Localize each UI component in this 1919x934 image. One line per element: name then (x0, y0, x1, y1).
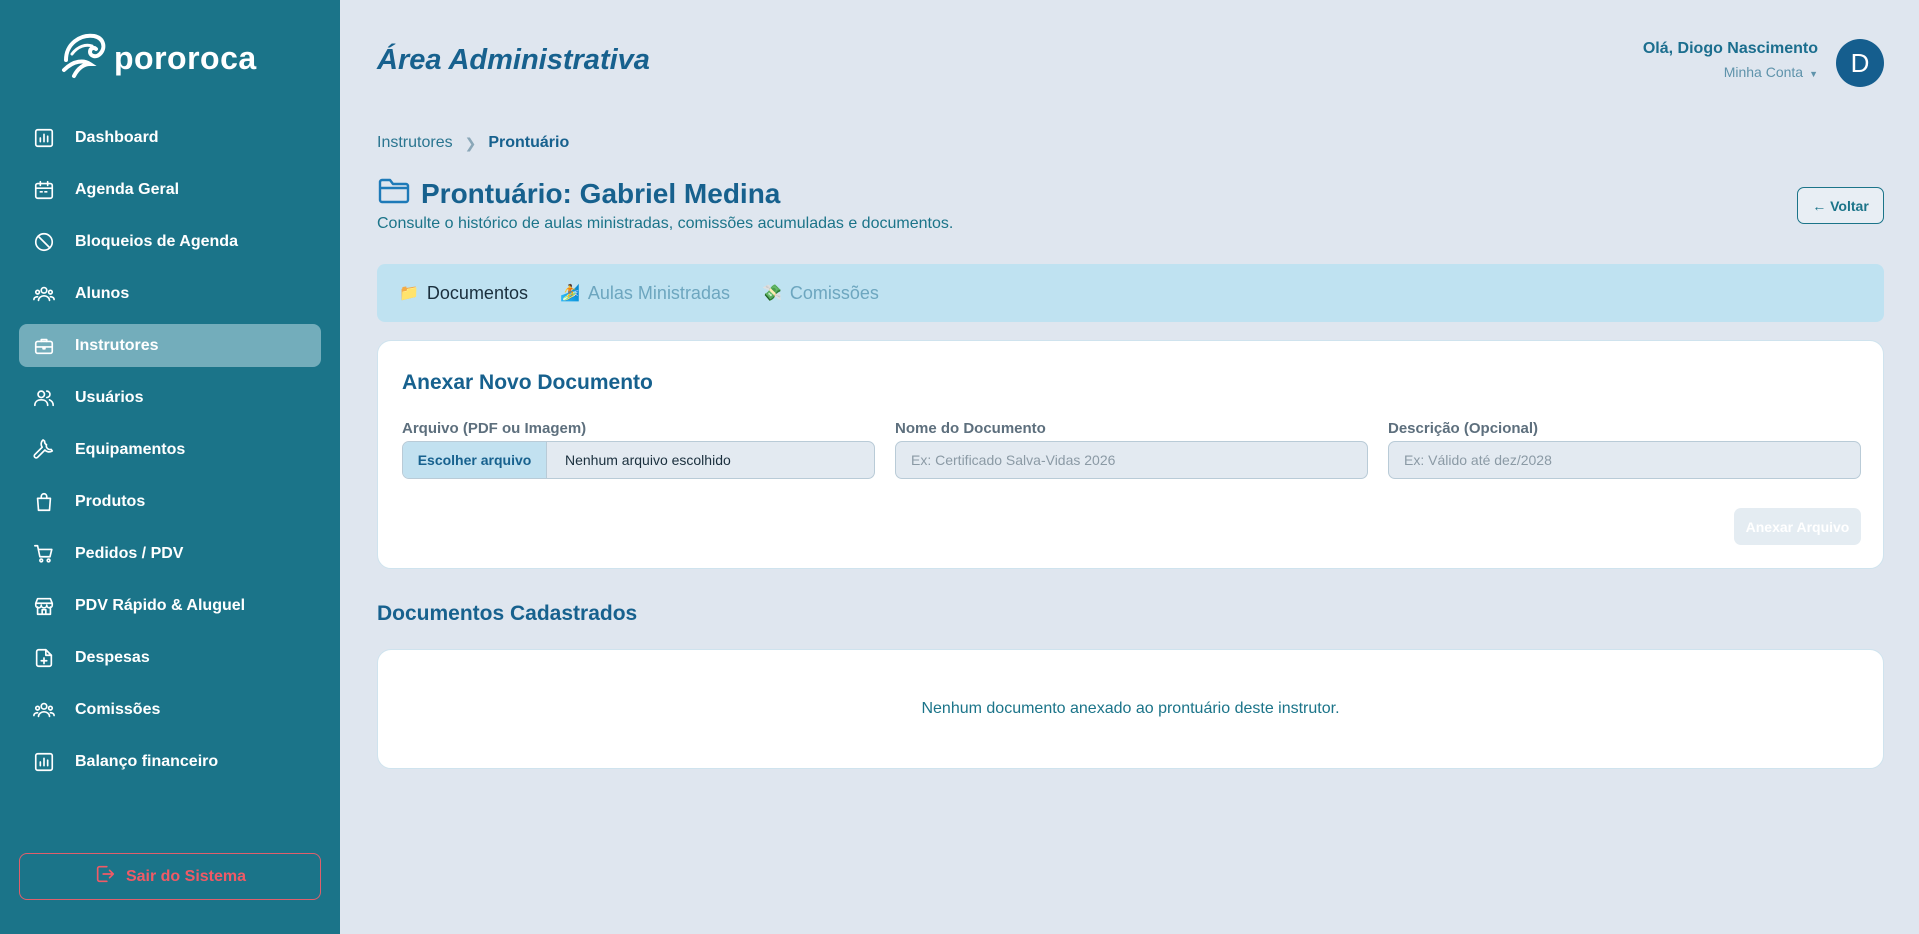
page-title-row: Prontuário: Gabriel Medina (377, 176, 780, 211)
account-label: Minha Conta (1723, 64, 1804, 80)
documents-section-title: Documentos Cadastrados (377, 602, 638, 625)
documents-list: Nenhum documento anexado ao prontuário d… (377, 649, 1884, 769)
group-icon (33, 283, 55, 305)
group-icon (33, 699, 55, 721)
folder-icon (377, 176, 411, 211)
back-button[interactable]: ← Voltar (1797, 187, 1884, 224)
cart-icon (33, 543, 55, 565)
sidebar-item-label: Alunos (75, 284, 130, 302)
sidebar: pororoca Dashboard Agenda Geral Bloqueio… (0, 0, 340, 934)
sidebar-item-dashboard[interactable]: Dashboard (19, 116, 321, 159)
logout-label: Sair do Sistema (125, 867, 247, 885)
tab-comissoes[interactable]: 💸 Comissões (762, 283, 879, 304)
sidebar-item-label: Usuários (75, 388, 144, 406)
file-field-label: Arquivo (PDF ou Imagem) (402, 420, 587, 437)
description-field-label: Descrição (Opcional) (1388, 420, 1539, 437)
folder-emoji-icon: 📁 (399, 285, 419, 302)
description-input[interactable] (1388, 441, 1861, 479)
empty-state-message: Nenhum documento anexado ao prontuário d… (921, 700, 1340, 717)
wrench-icon (33, 438, 55, 461)
sidebar-item-alunos[interactable]: Alunos (19, 272, 321, 315)
sidebar-item-label: Instrutores (75, 336, 159, 354)
form-title: Anexar Novo Documento (402, 371, 653, 394)
sidebar-item-equipamentos[interactable]: Equipamentos (19, 428, 321, 471)
brand-logo[interactable]: pororoca (60, 30, 257, 87)
bag-icon (33, 491, 55, 513)
logout-button[interactable]: Sair do Sistema (19, 853, 321, 900)
choose-file-button[interactable]: Escolher arquivo (403, 442, 547, 478)
store-icon (33, 595, 55, 617)
sidebar-item-label: Equipamentos (75, 440, 186, 458)
sidebar-item-pedidos[interactable]: Pedidos / PDV (19, 532, 321, 575)
block-icon (33, 231, 55, 253)
tab-aulas-ministradas[interactable]: 🏄 Aulas Ministradas (560, 283, 730, 304)
sidebar-item-label: PDV Rápido & Aluguel (75, 596, 246, 614)
tab-label: Comissões (789, 282, 879, 303)
sidebar-item-balanco[interactable]: Balanço financeiro (19, 740, 321, 783)
tabs-bar: 📁 Documentos 🏄 Aulas Ministradas 💸 Comis… (377, 264, 1884, 322)
area-title: Área Administrativa (377, 44, 650, 76)
tab-label: Documentos (426, 282, 528, 303)
sidebar-item-label: Dashboard (75, 128, 159, 146)
user-menu[interactable]: Olá, Diogo Nascimento Minha Conta ▼ (1643, 40, 1818, 80)
sidebar-item-label: Comissões (75, 700, 161, 718)
sidebar-item-comissoes[interactable]: Comissões (19, 688, 321, 731)
calendar-icon (33, 179, 55, 201)
chart-icon (33, 751, 55, 773)
sidebar-item-bloqueios[interactable]: Bloqueios de Agenda (19, 220, 321, 263)
file-status: Nenhum arquivo escolhido (565, 452, 731, 468)
page-title: Prontuário: Gabriel Medina (421, 177, 781, 209)
sidebar-nav: Dashboard Agenda Geral Bloqueios de Agen… (19, 116, 321, 792)
caret-down-icon: ▼ (1809, 69, 1818, 79)
tab-documentos[interactable]: 📁 Documentos (399, 283, 528, 304)
wave-logo-icon (60, 30, 108, 87)
brand-name: pororoca (114, 40, 257, 76)
breadcrumb-instrutores[interactable]: Instrutores (377, 134, 453, 152)
breadcrumb-current: Prontuário (488, 134, 570, 151)
users-icon (33, 387, 55, 409)
sidebar-item-label: Pedidos / PDV (75, 544, 184, 562)
sidebar-item-usuarios[interactable]: Usuários (19, 376, 321, 419)
surfer-emoji-icon: 🏄 (559, 285, 580, 302)
sidebar-item-label: Bloqueios de Agenda (75, 232, 238, 250)
file-input[interactable]: Escolher arquivo Nenhum arquivo escolhid… (402, 441, 875, 479)
tab-label: Aulas Ministradas (587, 282, 730, 303)
breadcrumb: Instrutores ❯ Prontuário (377, 134, 569, 152)
sidebar-item-label: Despesas (75, 648, 150, 666)
sidebar-item-pdv-rapido[interactable]: PDV Rápido & Aluguel (19, 584, 321, 627)
sidebar-item-agenda-geral[interactable]: Agenda Geral (19, 168, 321, 211)
sidebar-item-label: Balanço financeiro (75, 752, 219, 770)
page-subtitle: Consulte o histórico de aulas ministrada… (377, 215, 954, 232)
file-plus-icon (33, 647, 55, 669)
account-dropdown[interactable]: Minha Conta ▼ (1643, 64, 1818, 80)
money-emoji-icon: 💸 (761, 285, 782, 302)
chart-icon (33, 127, 55, 149)
briefcase-icon (33, 335, 55, 357)
logout-icon (94, 863, 116, 890)
sidebar-item-despesas[interactable]: Despesas (19, 636, 321, 679)
upload-form-card: Anexar Novo Documento Arquivo (PDF ou Im… (377, 340, 1884, 569)
avatar[interactable]: D (1836, 39, 1884, 87)
sidebar-item-label: Produtos (75, 492, 146, 510)
sidebar-item-produtos[interactable]: Produtos (19, 480, 321, 523)
sidebar-item-label: Agenda Geral (75, 180, 180, 198)
sidebar-item-instrutores[interactable]: Instrutores (19, 324, 321, 367)
name-field-label: Nome do Documento (895, 420, 1046, 437)
chevron-right-icon: ❯ (464, 134, 477, 151)
document-name-input[interactable] (895, 441, 1368, 479)
attach-file-button[interactable]: Anexar Arquivo (1734, 508, 1861, 545)
user-greeting: Olá, Diogo Nascimento (1642, 40, 1818, 57)
